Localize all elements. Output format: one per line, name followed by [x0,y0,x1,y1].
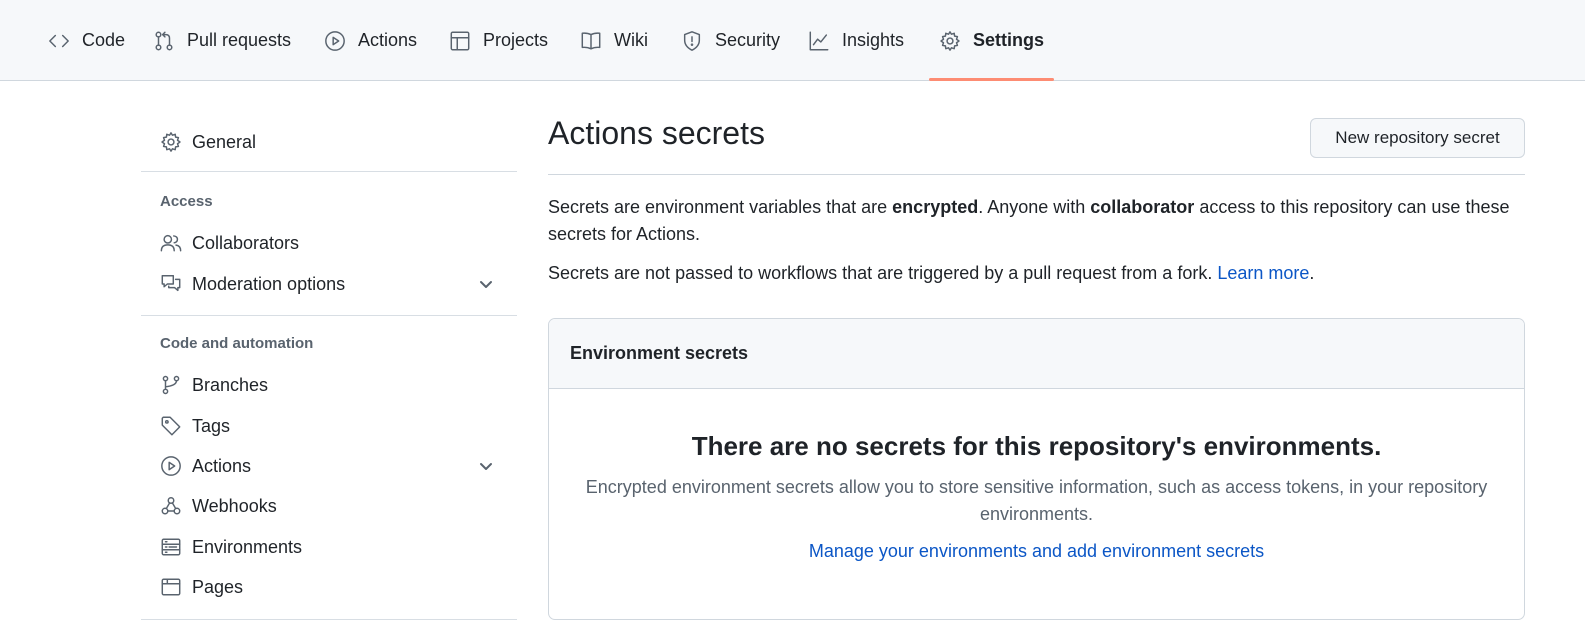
sidebar-item-tags[interactable]: Tags [141,406,517,446]
webhook-icon [161,497,181,515]
sidebar-item-label: Collaborators [192,232,300,253]
play-icon [325,30,345,51]
sidebar-item-label: Pages [192,576,244,597]
tab-insights[interactable]: Insights [808,0,904,81]
server-icon [161,538,181,556]
page-title: Actions secrets [548,115,765,151]
sidebar-item-environments[interactable]: Environments [141,527,517,567]
blankslate-link-row: Manage your environments and add environ… [549,541,1524,562]
sidebar-heading-code-and-automation: Code and automation [160,335,314,352]
sidebar-divider [141,171,517,172]
sidebar-item-actions[interactable]: Actions [141,446,517,486]
sidebar-heading-access: Access [160,193,213,210]
book-icon [581,31,601,50]
tab-actions[interactable]: Actions [324,0,417,81]
tab-label: Pull requests [187,30,292,50]
sidebar-item-label: Webhooks [192,495,277,516]
sidebar-divider [141,315,517,316]
sidebar-item-branches[interactable]: Branches [141,365,517,405]
environment-secrets-heading: Environment secrets [549,319,1524,389]
repo-nav: Code Pull requests Actions Projects Wiki… [0,0,1585,81]
sidebar-item-collaborators[interactable]: Collaborators [141,223,517,263]
git-branch-icon [162,375,180,395]
tab-label: Code [82,30,126,50]
sidebar-item-pages[interactable]: Pages [141,567,517,607]
tab-label: Wiki [614,30,648,50]
table-icon [450,31,470,50]
people-icon [160,234,182,252]
tab-code[interactable]: Code [48,0,125,81]
intro-text: Secrets are environment variables that a… [548,197,893,217]
comment-discussion-icon [161,275,181,292]
fork-paragraph: Secrets are not passed to workflows that… [548,260,1525,287]
new-repository-secret-button[interactable]: New repository secret [1310,118,1525,158]
gear-icon [161,132,181,152]
chevron-down-icon[interactable] [477,457,495,475]
tab-label: Insights [842,30,905,50]
selected-tab-underline [929,78,1055,81]
browser-icon [161,578,181,596]
tab-label: Projects [483,30,549,50]
git-pull-request-icon [155,31,173,50]
sidebar-item-webhooks[interactable]: Webhooks [141,486,517,526]
gear-icon [940,30,960,51]
tab-label: Actions [358,30,418,50]
sidebar-item-label: Branches [192,374,269,395]
tag-icon [161,416,181,436]
blankslate-description: Encrypted environment secrets allow you … [585,477,1488,524]
intro-paragraph: Secrets are environment variables that a… [548,194,1525,248]
sidebar-item-label: Tags [192,415,231,436]
intro-bold-encrypted: encrypted [892,197,979,217]
sidebar-item-general[interactable]: General [141,122,517,162]
title-divider [548,174,1525,175]
learn-more-link[interactable]: Learn more [1217,263,1309,283]
manage-environments-link[interactable]: Manage your environments and add environ… [809,541,1264,561]
sidebar-item-label: Actions [192,455,252,476]
blankslate-title: There are no secrets for this repository… [691,431,1382,461]
intro-text: . Anyone with [978,197,1091,217]
tab-settings[interactable]: Settings [929,0,1055,81]
graph-icon [809,31,829,50]
sidebar-item-label: Moderation options [192,273,346,294]
tab-label: Settings [973,30,1045,50]
sidebar-divider [141,619,517,620]
tab-projects[interactable]: Projects [449,0,548,81]
code-icon [49,34,69,47]
tab-security[interactable]: Security [681,0,780,81]
shield-icon [683,30,701,51]
tab-pull-requests[interactable]: Pull requests [153,0,291,81]
tab-wiki[interactable]: Wiki [580,0,648,81]
chevron-down-icon[interactable] [477,275,495,293]
sidebar-item-label: Environments [192,536,303,557]
fork-text: Secrets are not passed to workflows that… [548,263,1218,283]
play-icon [161,456,181,476]
fork-text-end: . [1309,263,1315,283]
sidebar-item-moderation-options[interactable]: Moderation options [141,264,517,304]
tab-label: Security [715,30,781,50]
environment-secrets-box: Environment secrets There are no secrets… [548,318,1525,620]
sidebar-item-label: General [192,131,257,152]
intro-bold-collaborator: collaborator [1090,197,1195,217]
